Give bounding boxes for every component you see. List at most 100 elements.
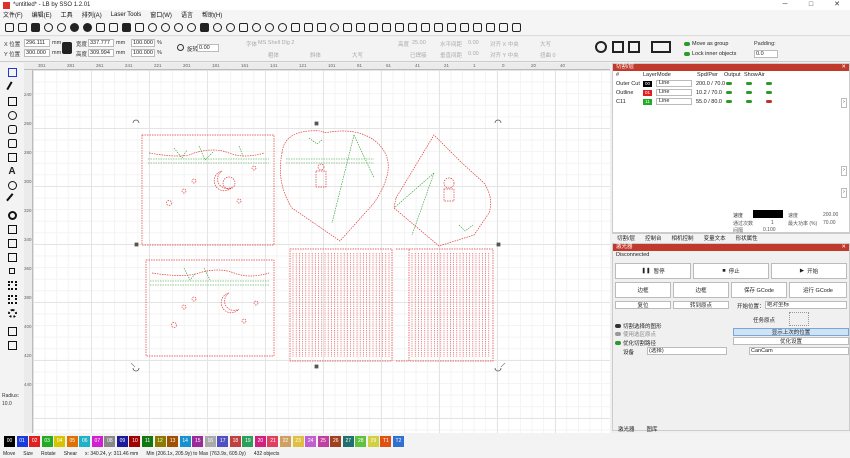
palette-swatch[interactable]: 22 bbox=[280, 435, 292, 447]
scale-width-field[interactable]: 100.000 bbox=[131, 39, 155, 47]
maximize-button[interactable]: □ bbox=[798, 0, 824, 10]
layer-mode-select[interactable]: Line bbox=[656, 89, 692, 96]
laser-close-icon[interactable]: ✕ bbox=[841, 244, 846, 251]
offset-icon[interactable] bbox=[651, 41, 671, 53]
radius-value[interactable]: 10.0 bbox=[2, 401, 12, 407]
hspace-field[interactable]: 0.00 bbox=[468, 40, 479, 46]
layer-mid-arrow[interactable]: › bbox=[841, 166, 847, 176]
monitor-icon[interactable] bbox=[237, 21, 249, 33]
device-settings-icon[interactable] bbox=[224, 21, 236, 33]
vspace-field[interactable]: 0.00 bbox=[468, 51, 479, 57]
palette-swatch[interactable]: 10 bbox=[129, 435, 141, 447]
font-select[interactable]: MS Shell Dlg 2 bbox=[258, 40, 294, 46]
layer-air-toggle[interactable] bbox=[766, 100, 772, 103]
layer-show-toggle[interactable] bbox=[746, 100, 752, 103]
palette-swatch[interactable]: T1 bbox=[380, 435, 392, 447]
cut-selected-toggle[interactable] bbox=[615, 324, 621, 328]
italic-label[interactable]: 斜体 bbox=[310, 51, 321, 59]
tab-cuts-layers[interactable]: 切割/层 bbox=[617, 234, 635, 242]
delete-icon[interactable] bbox=[120, 21, 132, 33]
job-origin-grid[interactable] bbox=[789, 312, 809, 326]
design-canvas[interactable]: 301 281 261 241 221 201 181 161 141 121 101 81 61 41 2… bbox=[24, 63, 610, 433]
layer-mode-select[interactable]: Line bbox=[656, 98, 692, 105]
distort-field[interactable]: 扭曲 0 bbox=[540, 51, 556, 59]
open-icon[interactable] bbox=[3, 21, 15, 33]
position-tool-icon[interactable] bbox=[6, 179, 18, 191]
layer-down-arrow[interactable]: › bbox=[841, 188, 847, 198]
layer-up-arrow[interactable]: › bbox=[841, 98, 847, 108]
zoom-page-icon[interactable] bbox=[185, 21, 197, 33]
distribute-h-icon[interactable] bbox=[471, 21, 483, 33]
palette-swatch[interactable]: 18 bbox=[229, 435, 241, 447]
palette-swatch[interactable]: 12 bbox=[154, 435, 166, 447]
pause-button[interactable]: ❚❚ 暂停 bbox=[615, 263, 691, 279]
trim-icon[interactable] bbox=[510, 21, 522, 33]
align-v-select[interactable]: 对齐 Y 中央 bbox=[490, 51, 519, 59]
weld-icon[interactable] bbox=[6, 265, 18, 277]
run-gcode-button[interactable]: 运行 GCode bbox=[789, 282, 847, 298]
mirror-icon[interactable] bbox=[289, 21, 301, 33]
export-icon[interactable] bbox=[81, 21, 93, 33]
tab-shape-properties[interactable]: 形状属性 bbox=[736, 234, 758, 242]
layer-air-toggle[interactable] bbox=[766, 82, 772, 85]
status-rotate[interactable]: Rotate bbox=[41, 451, 56, 457]
distribute-icon[interactable] bbox=[419, 21, 431, 33]
lock-ratio-icon[interactable] bbox=[62, 42, 72, 54]
layer-show-toggle[interactable] bbox=[746, 82, 752, 85]
outline-button[interactable]: 边框 bbox=[673, 282, 729, 298]
gear-alt-icon[interactable] bbox=[263, 21, 275, 33]
align-h-select[interactable]: 对齐 X 中央 bbox=[490, 40, 519, 48]
tab-library[interactable]: 图库 bbox=[647, 425, 658, 433]
tab-variable-text[interactable]: 变量文本 bbox=[704, 234, 726, 242]
goto-origin-button[interactable]: 转到原点 bbox=[673, 301, 729, 309]
align-h-icon[interactable] bbox=[341, 21, 353, 33]
camera-select[interactable]: CanCam bbox=[749, 347, 849, 355]
layer-output-toggle[interactable] bbox=[726, 100, 732, 103]
tab-laser[interactable]: 激光器 bbox=[618, 425, 635, 433]
stop-button[interactable]: ■ 停止 bbox=[693, 263, 769, 279]
layer-color-swatch[interactable] bbox=[753, 210, 783, 218]
dashed-box-icon[interactable] bbox=[315, 21, 327, 33]
grid-icon[interactable] bbox=[6, 279, 18, 291]
node-edit-icon[interactable] bbox=[497, 21, 509, 33]
layer-show-toggle[interactable] bbox=[746, 91, 752, 94]
show-last-position-button[interactable]: 显示上次的位置 bbox=[733, 328, 849, 336]
palette-swatch[interactable]: 07 bbox=[91, 435, 103, 447]
layer-output-toggle[interactable] bbox=[726, 91, 732, 94]
palette-swatch[interactable]: 21 bbox=[267, 435, 279, 447]
send-icon[interactable] bbox=[302, 21, 314, 33]
start-button[interactable]: ▶ 开始 bbox=[771, 263, 847, 279]
zoom-in-icon[interactable] bbox=[146, 21, 158, 33]
boolean-subtract-icon[interactable] bbox=[6, 237, 18, 249]
align-center-icon[interactable] bbox=[328, 21, 340, 33]
menu-help[interactable]: 帮助(H) bbox=[202, 10, 222, 19]
tab-camera[interactable]: 相机控制 bbox=[672, 234, 694, 242]
paste-icon[interactable] bbox=[107, 21, 119, 33]
break-tool-icon[interactable] bbox=[6, 339, 18, 351]
text-tool-icon[interactable]: A bbox=[6, 165, 18, 177]
close-button[interactable]: ✕ bbox=[824, 0, 850, 10]
layer-mode-select[interactable]: Line bbox=[656, 80, 692, 87]
zoom-out-icon[interactable] bbox=[159, 21, 171, 33]
palette-swatch[interactable]: 04 bbox=[54, 435, 66, 447]
upper-label[interactable]: 大写 bbox=[352, 51, 363, 59]
layer-row[interactable]: C11 11 Line 55.0 / 80.0 bbox=[613, 97, 849, 106]
palette-swatch[interactable]: 06 bbox=[79, 435, 91, 447]
y-position-field[interactable]: 300.000 bbox=[24, 49, 50, 57]
grid-array-icon[interactable] bbox=[628, 41, 640, 53]
lock-objects-toggle[interactable] bbox=[684, 52, 690, 56]
align-right-icon[interactable] bbox=[406, 21, 418, 33]
rotate-icon[interactable] bbox=[177, 44, 184, 51]
menu-window[interactable]: 窗口(W) bbox=[150, 10, 172, 19]
align-bottom-icon[interactable] bbox=[380, 21, 392, 33]
gear-icon[interactable] bbox=[250, 21, 262, 33]
camera-icon[interactable] bbox=[198, 21, 210, 33]
palette-swatch[interactable]: 00 bbox=[4, 435, 15, 447]
width-field[interactable]: 337.777 bbox=[88, 39, 114, 47]
design-artwork[interactable] bbox=[24, 63, 610, 433]
palette-swatch[interactable]: 13 bbox=[167, 435, 179, 447]
save-gcode-button[interactable]: 保存 GCode bbox=[731, 282, 787, 298]
rectangle-tool-icon[interactable] bbox=[6, 95, 18, 107]
palette-swatch[interactable]: 08 bbox=[104, 435, 116, 447]
height-field[interactable]: 309.994 bbox=[88, 49, 114, 57]
